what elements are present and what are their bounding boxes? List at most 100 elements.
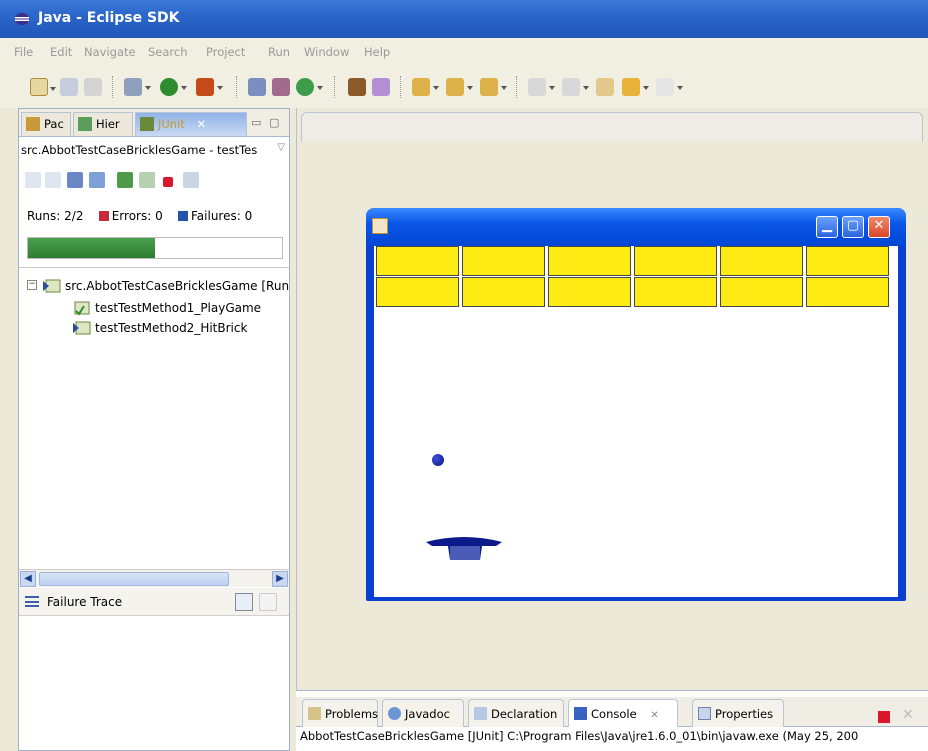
editor-tab-strip — [301, 112, 923, 142]
maximize-icon[interactable]: ▢ — [269, 116, 279, 129]
tab-console[interactable]: Console ✕ — [568, 699, 678, 727]
back-to-icon[interactable] — [596, 78, 614, 96]
toolbar-separator — [516, 76, 517, 98]
scroll-thumb[interactable] — [39, 572, 229, 586]
ball — [432, 454, 444, 466]
menu-bar: File Edit Navigate Search Project Run Wi… — [0, 38, 928, 68]
junit-toolbar — [19, 165, 289, 195]
bottom-panel: Problems Javadoc Declaration Console ✕ P… — [296, 690, 928, 751]
new-package-icon[interactable] — [272, 78, 290, 96]
forward-icon[interactable] — [656, 78, 683, 96]
errors-value: 0 — [155, 209, 163, 223]
menu-edit[interactable]: Edit — [50, 45, 72, 59]
debug-icon[interactable] — [124, 78, 151, 96]
tab-package-explorer[interactable]: Pac — [21, 112, 71, 136]
chevron-down-icon[interactable]: ▽ — [277, 142, 285, 153]
brick — [634, 277, 717, 307]
search-icon[interactable] — [372, 78, 390, 96]
previous-failure-icon[interactable] — [45, 172, 61, 188]
next-failure-icon[interactable] — [25, 172, 41, 188]
compare-result-icon[interactable] — [259, 593, 277, 611]
menu-window[interactable]: Window — [304, 45, 349, 59]
toolbar-separator — [400, 76, 401, 98]
failures-value: 0 — [244, 209, 253, 223]
new-icon[interactable] — [30, 78, 56, 96]
hierarchy-icon — [78, 117, 92, 131]
external-tools-icon[interactable] — [196, 78, 223, 96]
rerun-test-icon[interactable] — [117, 172, 133, 188]
terminate-icon[interactable] — [878, 711, 890, 723]
failure-trace-header: Failure Trace — [19, 588, 289, 616]
minimize-icon[interactable]: ▭ — [251, 116, 261, 129]
javadoc-icon — [388, 707, 401, 720]
window-title-bar[interactable]: Java - Eclipse SDK — [0, 0, 928, 38]
brick — [634, 246, 717, 276]
game-window[interactable]: ▁ ▢ ✕ — [366, 208, 906, 601]
scroll-lock-icon[interactable] — [89, 172, 105, 188]
rerun-failed-first-icon[interactable] — [139, 172, 155, 188]
brick — [462, 277, 545, 307]
maximize-button[interactable]: ▢ — [842, 216, 864, 238]
scroll-right-icon[interactable]: ▶ — [272, 571, 288, 587]
brick — [806, 246, 889, 276]
declaration-icon — [474, 707, 487, 720]
test-progress-bar — [27, 237, 283, 259]
new-java-project-icon[interactable] — [248, 78, 266, 96]
run-icon[interactable] — [160, 78, 187, 96]
test-stats: Runs: 2/2 Errors: 0 Failures: 0 — [27, 209, 253, 223]
eclipse-icon — [15, 13, 29, 25]
minimize-button[interactable]: ▁ — [816, 216, 838, 238]
menu-navigate[interactable]: Navigate — [84, 45, 136, 59]
divider — [19, 267, 289, 268]
progress-fill — [28, 238, 155, 258]
close-icon[interactable]: ✕ — [196, 117, 206, 131]
properties-icon — [698, 707, 711, 720]
menu-help[interactable]: Help — [364, 45, 390, 59]
filter-stack-icon[interactable] — [235, 593, 253, 611]
stop-icon[interactable] — [163, 177, 173, 187]
new-class-icon[interactable] — [296, 78, 323, 96]
last-edit-icon[interactable] — [480, 78, 507, 96]
open-type-icon[interactable] — [348, 78, 366, 96]
error-icon — [98, 211, 109, 221]
menu-file[interactable]: File — [14, 45, 33, 59]
problems-icon — [308, 707, 321, 720]
brick — [720, 277, 803, 307]
game-title-bar[interactable]: ▁ ▢ ✕ — [366, 208, 906, 246]
bottom-tab-row: Problems Javadoc Declaration Console ✕ P… — [296, 697, 928, 727]
failure-icon — [178, 211, 188, 221]
tab-problems[interactable]: Problems — [302, 699, 378, 727]
game-canvas[interactable] — [374, 246, 898, 597]
scroll-left-icon[interactable]: ◀ — [20, 571, 36, 587]
show-failures-only-icon[interactable] — [67, 172, 83, 188]
junit-breadcrumb[interactable]: src.AbbotTestCaseBricklesGame - testTes … — [19, 138, 289, 162]
menu-project[interactable]: Project — [206, 45, 245, 59]
tab-declaration[interactable]: Declaration — [468, 699, 564, 727]
remove-launch-icon[interactable]: ✕ — [902, 707, 914, 723]
close-button[interactable]: ✕ — [868, 216, 890, 238]
back-icon[interactable] — [622, 78, 649, 96]
prev-annotation-icon[interactable] — [562, 78, 589, 96]
close-icon[interactable]: ✕ — [650, 710, 658, 721]
save-icon[interactable] — [60, 78, 78, 96]
menu-search[interactable]: Search — [148, 45, 188, 59]
history-icon[interactable] — [183, 172, 199, 188]
horizontal-scrollbar[interactable]: ◀ ▶ — [19, 569, 289, 587]
next-annotation-icon[interactable] — [528, 78, 555, 96]
tab-javadoc[interactable]: Javadoc — [382, 699, 464, 727]
brick — [548, 246, 631, 276]
tab-hierarchy[interactable]: Hier — [73, 112, 133, 136]
console-output: AbbotTestCaseBricklesGame [JUnit] C:\Pro… — [300, 729, 859, 743]
annotation-prev-icon[interactable] — [446, 78, 473, 96]
print-icon[interactable] — [84, 78, 102, 96]
menu-run[interactable]: Run — [268, 45, 290, 59]
paddle — [426, 537, 502, 560]
tab-properties[interactable]: Properties — [692, 699, 784, 727]
tab-junit[interactable]: JUnit ✕ — [135, 112, 247, 136]
main-toolbar — [0, 68, 928, 108]
collapse-icon[interactable]: − — [27, 280, 37, 290]
java-app-icon — [372, 218, 388, 234]
annotation-next-icon[interactable] — [412, 78, 439, 96]
runs-value: 2/2 — [64, 209, 84, 223]
toolbar-separator — [334, 76, 335, 98]
